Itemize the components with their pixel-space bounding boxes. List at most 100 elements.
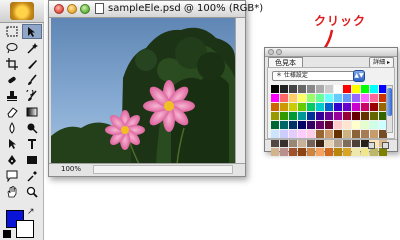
marquee-tool-icon[interactable] — [2, 24, 22, 39]
color-swatch[interactable] — [280, 130, 288, 138]
color-swatch[interactable] — [289, 103, 297, 111]
color-swatch[interactable] — [334, 85, 342, 93]
palette-close-icon[interactable] — [268, 49, 274, 55]
color-swatch[interactable] — [325, 103, 333, 111]
brush-tool-icon[interactable] — [22, 72, 42, 87]
color-swatch[interactable] — [334, 103, 342, 111]
color-swatch[interactable] — [298, 130, 306, 138]
image-canvas[interactable] — [51, 18, 235, 164]
palette-title-bar[interactable] — [265, 48, 397, 57]
color-swatch[interactable] — [280, 85, 288, 93]
color-swatch[interactable] — [370, 94, 378, 102]
color-swatch[interactable] — [334, 121, 342, 129]
color-swatch[interactable] — [370, 103, 378, 111]
color-swatch[interactable] — [307, 112, 315, 120]
color-swatch[interactable] — [361, 85, 369, 93]
slice-tool-icon[interactable] — [22, 56, 42, 71]
color-swatch[interactable] — [280, 112, 288, 120]
color-swatch[interactable] — [307, 103, 315, 111]
healing-brush-tool-icon[interactable] — [2, 72, 22, 87]
color-swatch[interactable] — [316, 130, 324, 138]
close-window-icon[interactable] — [54, 4, 64, 14]
color-swatch[interactable] — [325, 85, 333, 93]
color-swatch[interactable] — [361, 103, 369, 111]
color-swatch[interactable] — [352, 121, 360, 129]
color-swatch[interactable] — [343, 130, 351, 138]
color-swatch[interactable] — [325, 130, 333, 138]
color-swatch[interactable] — [316, 85, 324, 93]
color-swatch[interactable] — [370, 121, 378, 129]
color-swatch[interactable] — [271, 112, 279, 120]
color-swatch[interactable] — [280, 121, 288, 129]
palette-collapse-icon[interactable] — [276, 49, 282, 55]
color-swatch[interactable] — [361, 121, 369, 129]
color-swatch[interactable] — [316, 121, 324, 129]
new-swatch-icon[interactable] — [368, 142, 375, 149]
color-swatch[interactable] — [352, 130, 360, 138]
crop-tool-icon[interactable] — [2, 56, 22, 71]
move-tool-icon[interactable] — [22, 24, 42, 39]
color-swatch[interactable] — [298, 103, 306, 111]
zoom-tool-icon[interactable] — [22, 184, 42, 199]
preset-select[interactable]: ＊ 仕様設定 — [272, 71, 360, 81]
color-swatch[interactable] — [316, 94, 324, 102]
color-swatch[interactable] — [271, 130, 279, 138]
lasso-tool-icon[interactable] — [2, 40, 22, 55]
notes-tool-icon[interactable] — [2, 168, 22, 183]
color-swatch[interactable] — [352, 85, 360, 93]
blur-tool-icon[interactable] — [2, 120, 22, 135]
color-swatch[interactable] — [280, 103, 288, 111]
color-swatch[interactable] — [289, 112, 297, 120]
preset-select-arrow-icon[interactable]: ▲▼ — [353, 70, 365, 82]
eyedropper-tool-icon[interactable] — [22, 168, 42, 183]
color-swatch[interactable] — [307, 121, 315, 129]
zoom-window-icon[interactable] — [80, 4, 90, 14]
color-swatch[interactable] — [316, 112, 324, 120]
history-brush-tool-icon[interactable] — [22, 88, 42, 103]
color-swatch[interactable] — [298, 112, 306, 120]
color-swatch[interactable] — [298, 94, 306, 102]
color-swatch[interactable] — [271, 103, 279, 111]
color-swatch[interactable] — [343, 94, 351, 102]
color-swatch[interactable] — [370, 85, 378, 93]
color-swatch[interactable] — [352, 112, 360, 120]
default-colors-icon[interactable] — [3, 230, 11, 238]
dodge-tool-icon[interactable] — [22, 120, 42, 135]
color-swatch[interactable] — [361, 94, 369, 102]
color-swatch[interactable] — [343, 121, 351, 129]
color-swatch[interactable] — [343, 103, 351, 111]
color-swatch[interactable] — [370, 112, 378, 120]
document-title-bar[interactable]: sampleEle.psd @ 100% (RGB*) — [49, 1, 263, 18]
color-swatch[interactable] — [352, 94, 360, 102]
palette-scrollbar[interactable] — [386, 85, 393, 133]
path-selection-tool-icon[interactable] — [2, 136, 22, 151]
color-swatch[interactable] — [280, 94, 288, 102]
color-swatch[interactable] — [298, 121, 306, 129]
color-swatch[interactable] — [325, 94, 333, 102]
color-swatch[interactable] — [352, 103, 360, 111]
color-swatch[interactable] — [361, 112, 369, 120]
clone-stamp-tool-icon[interactable] — [2, 88, 22, 103]
color-swatch[interactable] — [271, 94, 279, 102]
color-swatch[interactable] — [316, 103, 324, 111]
color-swatch[interactable] — [307, 94, 315, 102]
delete-swatch-icon[interactable] — [382, 142, 389, 149]
color-swatch[interactable] — [361, 130, 369, 138]
color-swatch[interactable] — [271, 121, 279, 129]
eraser-tool-icon[interactable] — [2, 104, 22, 119]
zoom-level-field[interactable]: 100% — [51, 165, 91, 174]
color-swatch[interactable] — [289, 121, 297, 129]
color-swatch[interactable] — [343, 112, 351, 120]
document-vertical-scrollbar[interactable] — [235, 18, 245, 164]
hand-tool-icon[interactable] — [2, 184, 22, 199]
color-swatch[interactable] — [307, 130, 315, 138]
pen-tool-icon[interactable] — [2, 152, 22, 167]
type-tool-icon[interactable] — [22, 136, 42, 151]
color-swatch[interactable] — [325, 121, 333, 129]
color-swatch[interactable] — [307, 85, 315, 93]
color-swatch[interactable] — [334, 112, 342, 120]
color-swatch[interactable] — [370, 130, 378, 138]
magic-wand-tool-icon[interactable] — [22, 40, 42, 55]
swap-colors-icon[interactable]: ↗ — [27, 208, 35, 217]
color-swatch[interactable] — [271, 85, 279, 93]
